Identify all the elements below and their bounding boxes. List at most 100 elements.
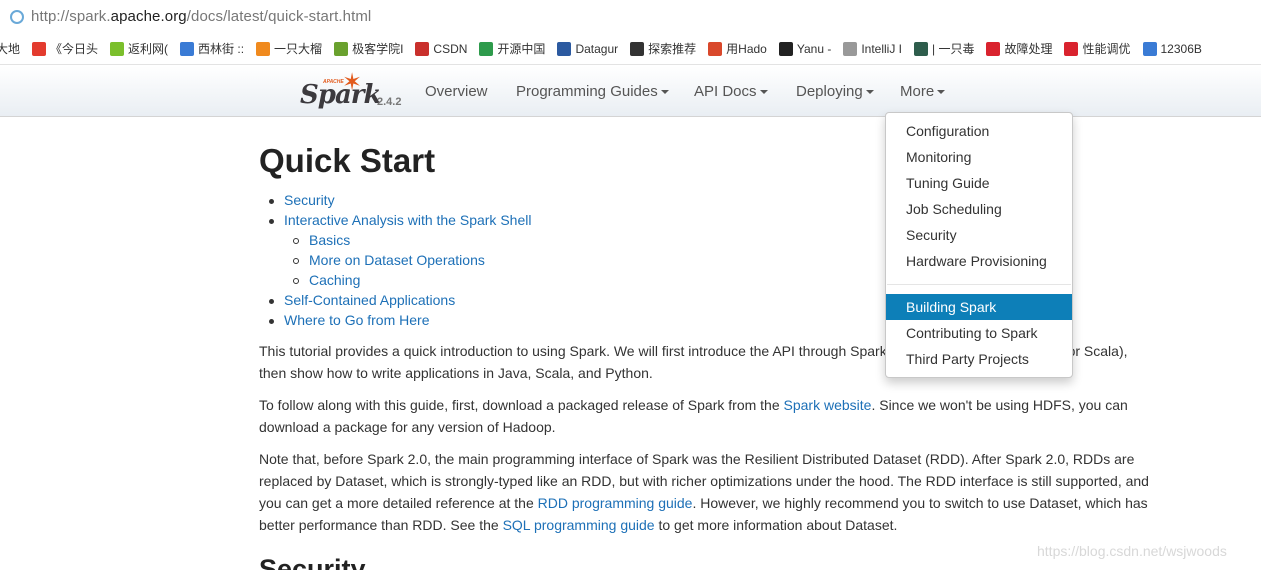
bookmark-item[interactable]: 探索推荐 [630,40,696,57]
bullet [269,199,274,204]
dataset-line-4a: better performance than RDD. See the [259,517,503,533]
csdn-icon [415,41,430,56]
toutiao-icon [32,41,47,56]
dataset-paragraph: Note that, before Spark 2.0, the main pr… [259,448,1164,536]
bookmark-label: 西林街 :: [198,42,245,56]
bookmark-label: Datagur [575,41,619,56]
bookmark-label: 大地 [0,42,21,56]
bookmark-item[interactable]: 《今日头 [32,40,98,57]
watermark-text: https://blog.csdn.net/wsjwoods [1037,543,1227,559]
bullet [269,319,274,324]
bookmark-item[interactable]: 性能调优 [1064,40,1131,57]
bookmark-label: 性能调优 [1082,42,1131,56]
toc-link-caching[interactable]: Caching [309,272,360,288]
nav-deploying-label: Deploying [796,83,863,100]
bookmark-item[interactable]: 大地 [0,40,20,57]
bookmark-item[interactable]: 一只大榴 [256,40,322,57]
bookmark-label: 开源中国 [497,42,546,56]
toc-link-basics[interactable]: Basics [309,232,350,248]
dataset-line-4b: to get more information about Dataset. [654,517,898,533]
toc-link-interactive-analysis[interactable]: Interactive Analysis with the Spark Shel… [284,212,531,228]
bookmark-item[interactable]: 用Hado [708,40,767,57]
dataset-line-3b: . However, we highly recommend you to sw… [692,495,1148,511]
bookmark-label: 返利网( [128,42,169,56]
caret-down-icon [937,90,946,95]
download-text: To follow along with this guide, first, … [259,397,784,413]
bullet [269,219,274,224]
hadoop-icon [708,41,723,56]
nav-programming-guides-label: Programming Guides [516,83,658,100]
url-text[interactable]: http://spark.apache.org/docs/latest/quic… [31,8,371,25]
sql-guide-link[interactable]: SQL programming guide [503,517,655,533]
version-label: 2.4.2 [377,96,402,108]
huawei-icon [986,41,1001,56]
url-path: /docs/latest/quick-start.html [186,8,372,25]
nav-deploying[interactable]: Deploying [796,83,874,100]
bullet [293,238,299,244]
bookmark-item[interactable]: 返利网( [110,40,168,57]
toc-link-security[interactable]: Security [284,192,335,208]
bookmark-item[interactable]: 12306B [1142,41,1202,56]
bookmark-label: 12306B [1160,41,1202,56]
caret-down-icon [865,90,874,95]
huawei-icon [1064,41,1079,56]
menu-item-third-party[interactable]: Third Party Projects [886,346,1072,372]
download-line-2: download a package for any version of Ha… [259,419,556,435]
bookmark-label: 一只大榴 [274,42,323,56]
dataset-line-2: replaced by Dataset, which is strongly-t… [259,473,1149,489]
bookmark-item[interactable]: CSDN [415,41,468,56]
menu-item-configuration[interactable]: Configuration [886,118,1072,144]
spark-website-link[interactable]: Spark website [784,397,872,413]
bookmark-label: CSDN [433,41,468,56]
address-bar[interactable]: http://spark.apache.org/docs/latest/quic… [0,0,1261,33]
nav-programming-guides[interactable]: Programming Guides [516,83,669,100]
menu-item-monitoring[interactable]: Monitoring [886,144,1072,170]
nav-api-docs-label: API Docs [694,83,757,100]
bookmark-label: Yanu - [796,41,832,56]
nav-overview[interactable]: Overview [425,83,488,100]
toc-link-where-to-go[interactable]: Where to Go from Here [284,312,430,328]
bookmark-label: 《今日头 [50,42,99,56]
bookmark-item[interactable]: 故障处理 [986,40,1052,57]
logo-spark-text: Spark [300,80,382,110]
nav-api-docs[interactable]: API Docs [694,83,768,100]
page-icon [1142,41,1157,56]
download-paragraph: To follow along with this guide, first, … [259,394,1164,438]
bookmark-item[interactable]: 西林街 :: [180,40,244,57]
rdd-guide-link[interactable]: RDD programming guide [538,495,693,511]
bookmark-item[interactable]: 开源中国 [479,40,545,57]
menu-divider [887,284,1071,285]
url-prefix: http://spark. [31,8,111,25]
jike-icon [334,41,349,56]
caret-down-icon [759,90,768,95]
dataset-line-3a: you can get a more detailed reference at… [259,495,538,511]
menu-item-building-spark[interactable]: Building Spark [886,294,1072,320]
menu-item-tuning-guide[interactable]: Tuning Guide [886,170,1072,196]
nav-more-label: More [900,83,935,100]
bookmark-item[interactable]: Yanu - [778,41,832,56]
page-title: Quick Start [259,142,436,179]
page-icon [843,41,858,56]
bullet [269,299,274,304]
toc-link-self-contained[interactable]: Self-Contained Applications [284,292,455,308]
menu-item-hardware-provisioning[interactable]: Hardware Provisioning [886,248,1072,274]
menu-item-job-scheduling[interactable]: Job Scheduling [886,196,1072,222]
download-text-b: . Since we won't be using HDFS, you can [871,397,1128,413]
bookmark-item[interactable]: 极客学院I [334,40,403,57]
fanli-icon [110,41,125,56]
menu-item-security[interactable]: Security [886,222,1072,248]
bookmark-item[interactable]: Datagur [557,41,619,56]
bullet [293,258,299,264]
bookmark-label: 探索推荐 [648,42,697,56]
network-icon [630,41,645,56]
url-domain: apache.org [110,8,187,25]
toc-link-dataset-operations[interactable]: More on Dataset Operations [309,252,485,268]
nav-more[interactable]: More [900,83,946,100]
bookmark-label: 故障处理 [1004,42,1053,56]
bookmark-item[interactable]: | 一只毒 [914,40,974,57]
spark-logo[interactable]: ✶ APACHE Spark 2.4.2 [300,68,410,114]
bookmark-item[interactable]: IntelliJ I [843,41,902,56]
menu-item-contributing[interactable]: Contributing to Spark [886,320,1072,346]
spark-navbar: ✶ APACHE Spark 2.4.2 Overview Programmin… [0,66,1261,117]
caret-down-icon [660,90,669,95]
